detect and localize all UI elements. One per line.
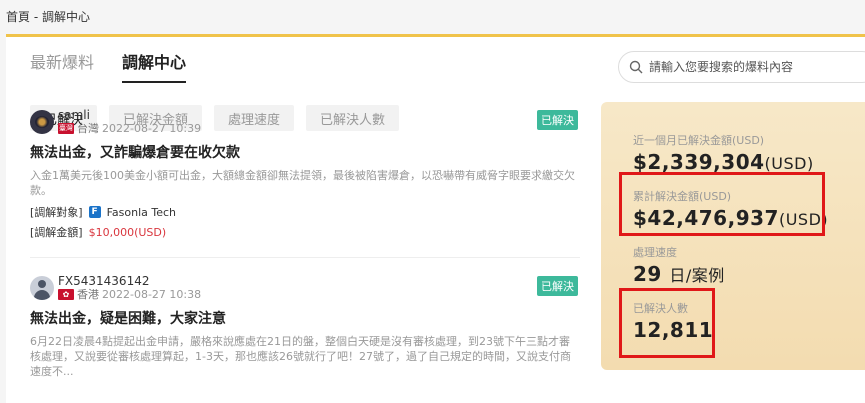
location: 香港 [77,288,99,301]
search-box[interactable] [618,51,865,83]
status-badge: 已解決 [537,110,578,130]
complaint-title[interactable]: 無法出金，疑是困難，大家注意 [30,308,580,328]
timestamp: 2022-08-27 10:39 [102,122,202,135]
stat-month-amount: 近一個月已解決金額(USD) $2,339,304(USD) [633,132,865,174]
complaint-title[interactable]: 無法出金，又詐騙爆倉要在收欠款 [30,142,580,162]
search-input[interactable] [649,60,849,74]
flag-hk-icon [58,289,74,300]
tab-latest[interactable]: 最新爆料 [30,49,94,83]
stat-total-amount: 累計解決金額(USD) $42,476,937(USD) [619,172,865,236]
amount-label: [調解金額] [30,226,83,239]
complaint-item[interactable]: FX5431436142 香港 2022-08-27 10:38 已解決 無法出… [30,258,580,403]
timestamp: 2022-08-27 10:38 [102,288,202,301]
stat-unit: 日/案例 [669,266,725,285]
broker-logo-icon: F [88,206,101,218]
tab-mediation[interactable]: 調解中心 [122,49,187,83]
amount-row: [調解金額] $10,000(USD) [30,224,580,240]
stat-label: 處理速度 [633,246,677,259]
target-row: [調解對象] F Fasonla Tech [30,204,580,220]
target-label: [調解對象] [30,206,83,219]
complaint-body: 6月22日凌晨4點提起出金申請，嚴格來說應處在21日的盤，整個白天硬是沒有審核處… [30,335,571,378]
complaint-list: samli 臺灣 台灣 2022-08-27 10:39 已解決 無法出金，又詐… [30,108,580,403]
avatar [30,110,54,134]
username[interactable]: FX5431436142 [58,275,201,288]
status-badge: 已解決 [537,276,578,296]
amount-value: $10,000(USD) [88,225,167,239]
stat-label: 近一個月已解決金額(USD) [633,134,765,147]
stat-value: $2,339,304 [633,150,765,174]
avatar [30,276,54,300]
complaint-item[interactable]: samli 臺灣 台灣 2022-08-27 10:39 已解決 無法出金，又詐… [30,108,580,258]
target-name[interactable]: Fasonla Tech [107,206,176,219]
user-row: samli 臺灣 台灣 2022-08-27 10:39 [30,108,580,136]
flag-tw-icon: 臺灣 [58,123,74,134]
stat-speed: 處理速度 29 日/案例 [633,244,865,286]
user-row: FX5431436142 香港 2022-08-27 10:38 [30,274,580,302]
stats-panel: 近一個月已解決金額(USD) $2,339,304(USD) 累計解決金額(US… [601,102,865,370]
stat-value: 29 [633,262,662,286]
highlight-box [619,288,715,358]
location: 台灣 [77,122,99,135]
tab-bar: 最新爆料 調解中心 [30,49,187,83]
search-icon [629,60,643,74]
stat-unit: (USD) [764,154,814,173]
username[interactable]: samli [58,109,201,122]
complaint-body: 入金1萬美元後100美金小額可出金，大額總金額卻無法提領，最後被陷害爆倉，以恐嚇… [30,169,575,197]
breadcrumb: 首頁 - 調解中心 [6,10,90,24]
highlight-box [619,172,825,236]
stat-resolved-count: 已解決人數 12,811 [619,288,865,358]
